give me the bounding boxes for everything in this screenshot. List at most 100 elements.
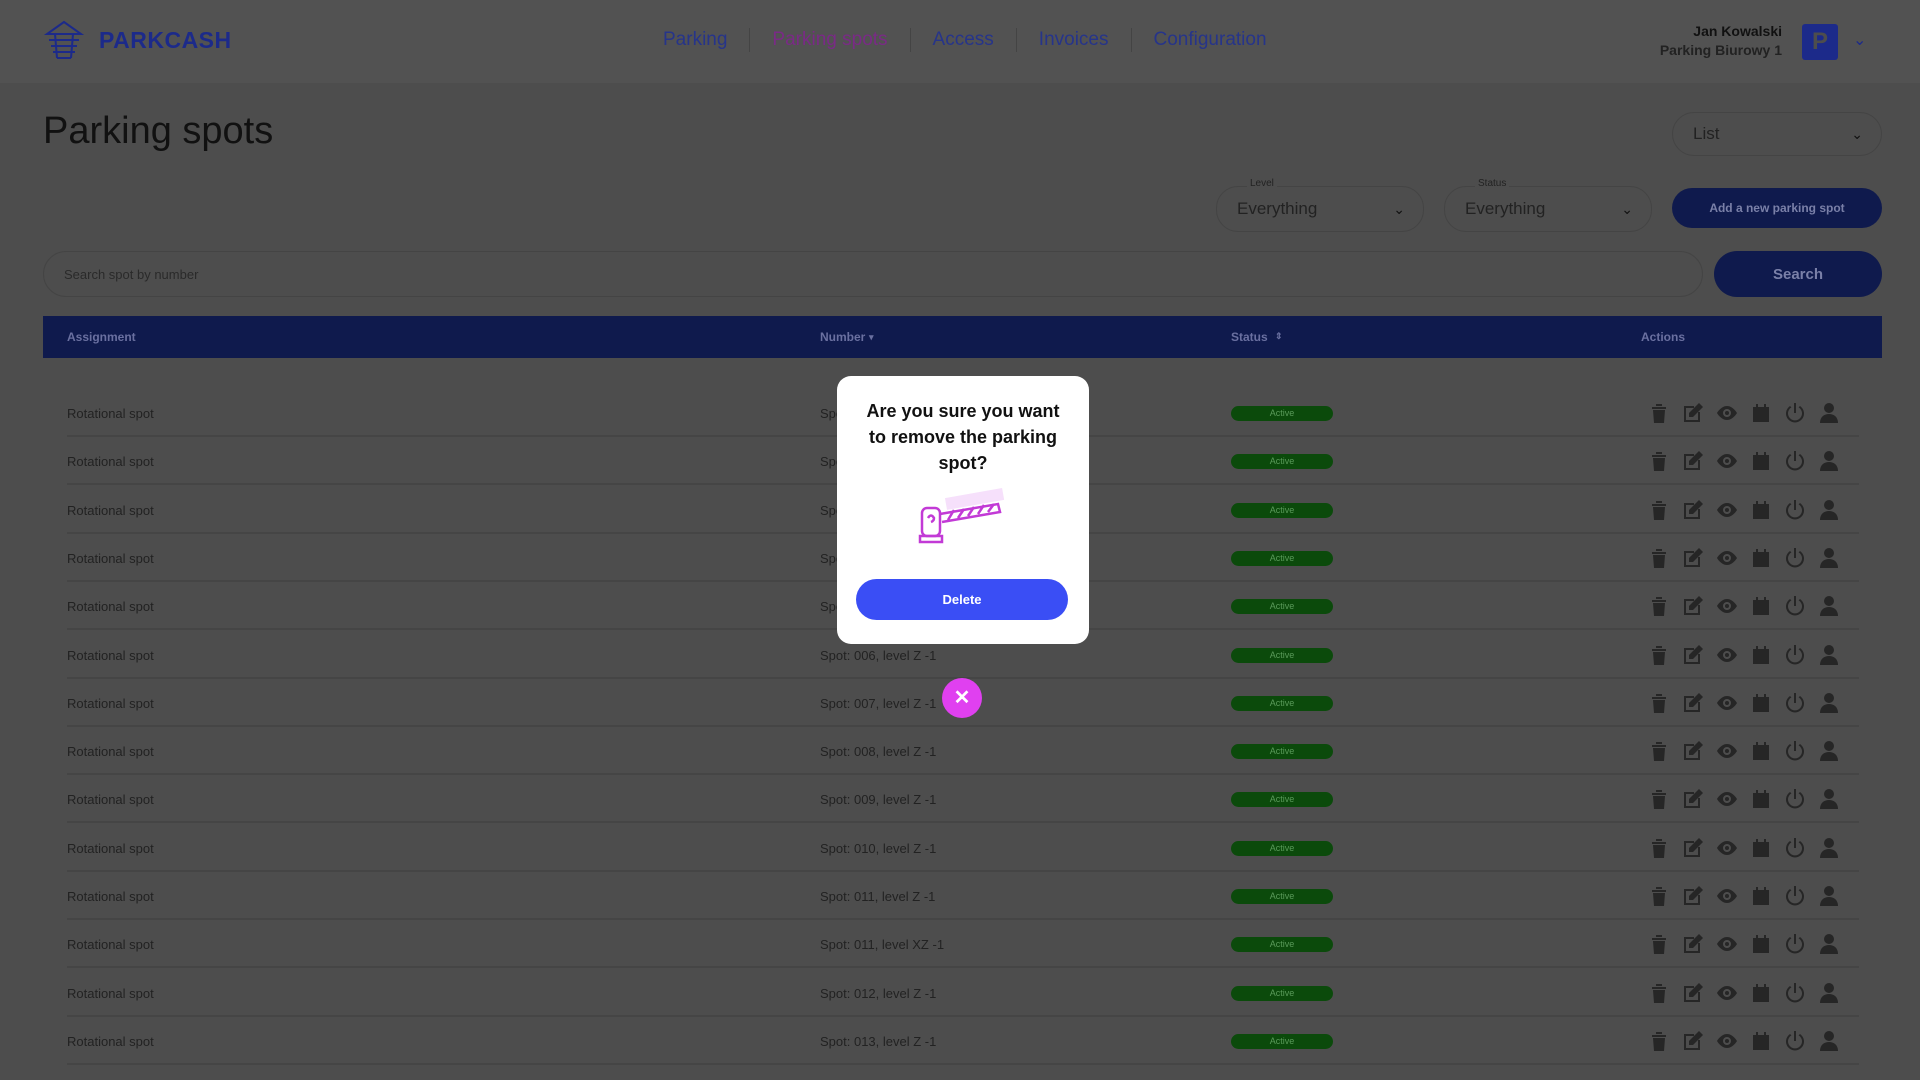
power-icon[interactable] — [1783, 643, 1807, 667]
chevron-down-icon[interactable]: ⌄ — [1853, 30, 1866, 50]
calendar-icon[interactable] — [1749, 884, 1773, 908]
eye-icon[interactable] — [1715, 981, 1739, 1005]
user-icon[interactable] — [1817, 884, 1841, 908]
nav-access[interactable]: Access — [909, 28, 1016, 52]
calendar-icon[interactable] — [1749, 787, 1773, 811]
nav-configuration[interactable]: Configuration — [1130, 28, 1289, 52]
delete-button[interactable]: Delete — [856, 579, 1068, 620]
calendar-icon[interactable] — [1749, 691, 1773, 715]
user-icon[interactable] — [1817, 836, 1841, 860]
user-icon[interactable] — [1817, 594, 1841, 618]
trash-icon[interactable] — [1647, 594, 1671, 618]
calendar-icon[interactable] — [1749, 449, 1773, 473]
search-input[interactable]: Search spot by number — [43, 251, 1703, 297]
eye-icon[interactable] — [1715, 691, 1739, 715]
eye-icon[interactable] — [1715, 401, 1739, 425]
calendar-icon[interactable] — [1749, 981, 1773, 1005]
calendar-icon[interactable] — [1749, 401, 1773, 425]
calendar-icon[interactable] — [1749, 836, 1773, 860]
power-icon[interactable] — [1783, 787, 1807, 811]
trash-icon[interactable] — [1647, 884, 1671, 908]
edit-icon[interactable] — [1681, 401, 1705, 425]
trash-icon[interactable] — [1647, 981, 1671, 1005]
calendar-icon[interactable] — [1749, 498, 1773, 522]
trash-icon[interactable] — [1647, 449, 1671, 473]
edit-icon[interactable] — [1681, 836, 1705, 860]
trash-icon[interactable] — [1647, 498, 1671, 522]
level-select[interactable]: Level Everything ⌄ — [1216, 178, 1424, 232]
calendar-icon[interactable] — [1749, 932, 1773, 956]
trash-icon[interactable] — [1647, 643, 1671, 667]
eye-icon[interactable] — [1715, 836, 1739, 860]
trash-icon[interactable] — [1647, 401, 1671, 425]
power-icon[interactable] — [1783, 884, 1807, 908]
eye-icon[interactable] — [1715, 449, 1739, 473]
edit-icon[interactable] — [1681, 643, 1705, 667]
user-icon[interactable] — [1817, 643, 1841, 667]
close-icon[interactable]: ✕ — [942, 678, 982, 718]
edit-icon[interactable] — [1681, 739, 1705, 763]
eye-icon[interactable] — [1715, 739, 1739, 763]
user-icon[interactable] — [1817, 981, 1841, 1005]
parking-avatar[interactable]: P — [1802, 24, 1838, 60]
col-assignment[interactable]: Assignment — [67, 330, 136, 344]
edit-icon[interactable] — [1681, 787, 1705, 811]
search-button[interactable]: Search — [1714, 251, 1882, 297]
edit-icon[interactable] — [1681, 594, 1705, 618]
edit-icon[interactable] — [1681, 691, 1705, 715]
trash-icon[interactable] — [1647, 546, 1671, 570]
user-info[interactable]: Jan Kowalski Parking Biurowy 1 — [1660, 22, 1782, 60]
trash-icon[interactable] — [1647, 932, 1671, 956]
edit-icon[interactable] — [1681, 1029, 1705, 1053]
power-icon[interactable] — [1783, 739, 1807, 763]
edit-icon[interactable] — [1681, 546, 1705, 570]
power-icon[interactable] — [1783, 594, 1807, 618]
eye-icon[interactable] — [1715, 1029, 1739, 1053]
calendar-icon[interactable] — [1749, 643, 1773, 667]
trash-icon[interactable] — [1647, 691, 1671, 715]
power-icon[interactable] — [1783, 836, 1807, 860]
eye-icon[interactable] — [1715, 594, 1739, 618]
col-status[interactable]: Status — [1231, 330, 1268, 344]
sort-icon[interactable]: ▾ — [869, 332, 874, 343]
user-icon[interactable] — [1817, 401, 1841, 425]
power-icon[interactable] — [1783, 498, 1807, 522]
edit-icon[interactable] — [1681, 932, 1705, 956]
power-icon[interactable] — [1783, 1029, 1807, 1053]
status-select[interactable]: Status Everything ⌄ — [1444, 178, 1652, 232]
user-icon[interactable] — [1817, 546, 1841, 570]
sort-icon[interactable]: ⇕ — [1275, 331, 1283, 342]
user-icon[interactable] — [1817, 787, 1841, 811]
nav-parking-spots[interactable]: Parking spots — [749, 28, 909, 52]
trash-icon[interactable] — [1647, 1029, 1671, 1053]
power-icon[interactable] — [1783, 401, 1807, 425]
user-icon[interactable] — [1817, 1029, 1841, 1053]
col-number[interactable]: Number — [820, 330, 865, 344]
power-icon[interactable] — [1783, 932, 1807, 956]
nav-invoices[interactable]: Invoices — [1015, 28, 1131, 52]
edit-icon[interactable] — [1681, 449, 1705, 473]
eye-icon[interactable] — [1715, 546, 1739, 570]
eye-icon[interactable] — [1715, 643, 1739, 667]
user-icon[interactable] — [1817, 449, 1841, 473]
power-icon[interactable] — [1783, 546, 1807, 570]
calendar-icon[interactable] — [1749, 739, 1773, 763]
trash-icon[interactable] — [1647, 739, 1671, 763]
calendar-icon[interactable] — [1749, 594, 1773, 618]
eye-icon[interactable] — [1715, 932, 1739, 956]
power-icon[interactable] — [1783, 449, 1807, 473]
calendar-icon[interactable] — [1749, 1029, 1773, 1053]
eye-icon[interactable] — [1715, 787, 1739, 811]
add-parking-spot-button[interactable]: Add a new parking spot — [1672, 188, 1882, 228]
calendar-icon[interactable] — [1749, 546, 1773, 570]
edit-icon[interactable] — [1681, 498, 1705, 522]
trash-icon[interactable] — [1647, 836, 1671, 860]
edit-icon[interactable] — [1681, 884, 1705, 908]
user-icon[interactable] — [1817, 932, 1841, 956]
user-icon[interactable] — [1817, 691, 1841, 715]
trash-icon[interactable] — [1647, 787, 1671, 811]
eye-icon[interactable] — [1715, 884, 1739, 908]
view-select[interactable]: List ⌄ — [1672, 112, 1882, 156]
edit-icon[interactable] — [1681, 981, 1705, 1005]
power-icon[interactable] — [1783, 691, 1807, 715]
